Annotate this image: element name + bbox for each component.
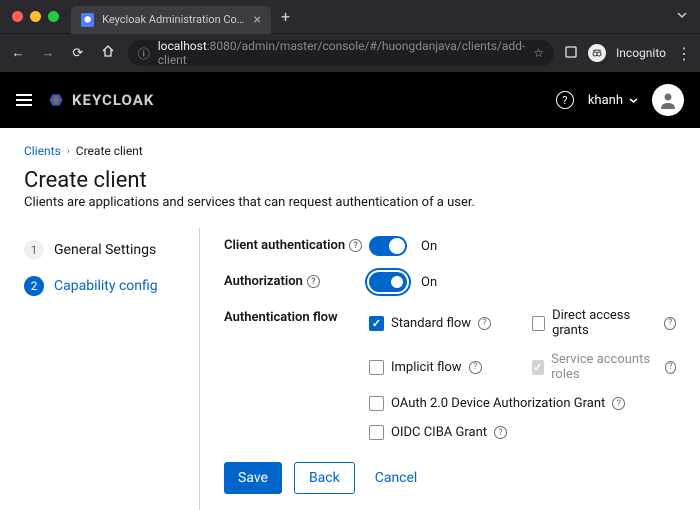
url-text: localhost:8080/admin/master/console/#/hu… xyxy=(158,39,526,67)
page-title: Create client xyxy=(24,168,676,193)
tab-favicon: ⬢ xyxy=(81,13,94,27)
username: khanh xyxy=(588,93,623,108)
wizard: 1 General Settings 2 Capability config C… xyxy=(24,228,676,510)
tab-bar: ⬢ Keycloak Administration Conso × + xyxy=(0,0,700,34)
save-button[interactable]: Save xyxy=(224,462,282,494)
step-capability-config[interactable]: 2 Capability config xyxy=(24,268,199,304)
client-auth-label: Client authentication xyxy=(224,238,345,253)
menu-toggle-button[interactable] xyxy=(16,91,32,109)
checkbox-service-accounts: Service accounts roles ? xyxy=(532,352,677,382)
home-button[interactable] xyxy=(98,44,118,62)
auth-flow-label: Authentication flow xyxy=(224,310,338,325)
step-number: 2 xyxy=(24,276,44,296)
checkbox-icon xyxy=(532,316,546,331)
window-controls xyxy=(8,11,71,22)
step-label: General Settings xyxy=(54,242,156,258)
tab-title: Keycloak Administration Conso xyxy=(102,13,245,26)
help-icon[interactable]: ? xyxy=(494,426,507,439)
wizard-footer: Save Back Cancel xyxy=(224,448,676,510)
row-auth-flow: Authentication flow Standard flow ? Di xyxy=(224,300,676,448)
checkbox-ciba-grant[interactable]: OIDC CIBA Grant ? xyxy=(369,425,676,440)
maximize-window-button[interactable] xyxy=(48,11,59,22)
checkbox-label: Implicit flow xyxy=(391,360,462,375)
help-icon[interactable]: ? xyxy=(307,275,320,288)
incognito-avatar[interactable] xyxy=(588,44,606,62)
site-info-icon[interactable]: ⓘ xyxy=(138,45,150,62)
help-button[interactable]: ? xyxy=(556,91,574,109)
checkbox-icon xyxy=(532,360,545,375)
page-description: Clients are applications and services th… xyxy=(24,195,676,210)
brand-text: KEYCLOAK xyxy=(72,91,154,109)
new-tab-button[interactable]: + xyxy=(271,7,300,26)
close-window-button[interactable] xyxy=(12,11,23,22)
step-label: Capability config xyxy=(54,278,158,294)
back-button[interactable]: ← xyxy=(8,45,28,61)
help-icon[interactable]: ? xyxy=(612,397,625,410)
checkbox-label: Standard flow xyxy=(391,316,471,331)
checkbox-icon xyxy=(369,396,384,411)
forward-button[interactable]: → xyxy=(38,45,58,61)
browser-chrome: ⬢ Keycloak Administration Conso × + ← → … xyxy=(0,0,700,72)
expand-tabs-icon[interactable] xyxy=(664,9,700,25)
back-button[interactable]: Back xyxy=(294,462,355,494)
authorization-label: Authorization xyxy=(224,274,303,289)
checkbox-standard-flow[interactable]: Standard flow ? xyxy=(369,308,514,338)
step-general-settings[interactable]: 1 General Settings xyxy=(24,232,199,268)
checkbox-direct-access[interactable]: Direct access grants ? xyxy=(532,308,677,338)
checkbox-label: OAuth 2.0 Device Authorization Grant xyxy=(391,396,605,411)
address-bar: ← → ⟳ ⓘ localhost:8080/admin/master/cons… xyxy=(0,34,700,72)
row-authorization: Authorization ? On xyxy=(224,264,676,300)
minimize-window-button[interactable] xyxy=(30,11,41,22)
keycloak-logo-icon xyxy=(46,90,66,110)
checkbox-icon xyxy=(369,360,384,375)
checkbox-label: Direct access grants xyxy=(552,308,657,338)
authorization-toggle[interactable] xyxy=(369,272,407,292)
browser-menu-icon[interactable]: ⋮ xyxy=(676,44,692,63)
checkbox-implicit-flow[interactable]: Implicit flow ? xyxy=(369,352,514,382)
breadcrumb-separator: › xyxy=(67,146,70,157)
extensions-icon[interactable] xyxy=(564,45,578,62)
wizard-steps: 1 General Settings 2 Capability config xyxy=(24,228,199,510)
help-icon[interactable]: ? xyxy=(469,361,482,374)
breadcrumb-current: Create client xyxy=(76,144,143,158)
help-icon[interactable]: ? xyxy=(665,361,676,374)
authorization-value: On xyxy=(421,275,437,290)
tab-close-icon[interactable]: × xyxy=(254,13,261,27)
bookmark-icon[interactable]: ☆ xyxy=(533,46,544,60)
row-client-auth: Client authentication ? On xyxy=(224,228,676,264)
app-logo[interactable]: KEYCLOAK xyxy=(46,90,154,110)
page-content: Clients › Create client Create client Cl… xyxy=(0,128,700,510)
breadcrumb: Clients › Create client xyxy=(24,144,676,158)
help-icon[interactable]: ? xyxy=(349,239,362,252)
app-header: KEYCLOAK ? khanh xyxy=(0,72,700,128)
breadcrumb-clients[interactable]: Clients xyxy=(24,144,61,158)
reload-button[interactable]: ⟳ xyxy=(68,46,88,61)
url-field[interactable]: ⓘ localhost:8080/admin/master/console/#/… xyxy=(128,40,554,66)
step-number: 1 xyxy=(24,240,44,260)
help-icon[interactable]: ? xyxy=(478,317,491,330)
chevron-down-icon xyxy=(629,96,638,105)
client-auth-value: On xyxy=(421,239,437,254)
user-avatar[interactable] xyxy=(652,84,684,116)
cancel-button[interactable]: Cancel xyxy=(367,462,426,494)
checkbox-label: OIDC CIBA Grant xyxy=(391,425,487,440)
incognito-label: Incognito xyxy=(616,46,666,60)
checkbox-icon xyxy=(369,425,384,440)
client-auth-toggle[interactable] xyxy=(369,236,407,256)
checkbox-icon xyxy=(369,316,384,331)
user-dropdown[interactable]: khanh xyxy=(588,93,638,108)
form-area: Client authentication ? On Authorization… xyxy=(199,228,676,510)
help-icon[interactable]: ? xyxy=(664,317,676,330)
checkbox-label: Service accounts roles xyxy=(551,352,658,382)
browser-tab[interactable]: ⬢ Keycloak Administration Conso × xyxy=(71,6,271,34)
checkbox-device-grant[interactable]: OAuth 2.0 Device Authorization Grant ? xyxy=(369,396,676,411)
